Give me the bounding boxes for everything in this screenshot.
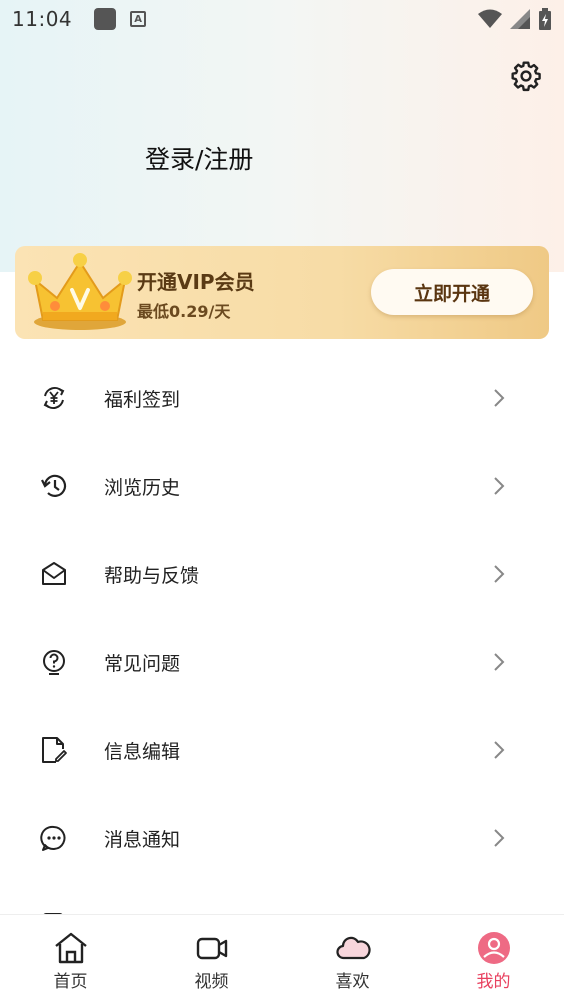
history-icon bbox=[41, 474, 67, 497]
mail-icon bbox=[42, 562, 66, 585]
yen-cycle-icon bbox=[43, 386, 65, 410]
activate-vip-button[interactable]: 立即开通 bbox=[371, 269, 533, 315]
menu-item-edit-info[interactable]: 信息编辑 bbox=[0, 706, 564, 794]
menu-list: 福利签到 浏览历史 帮助与反馈 常见问题 信息编辑 消息通知 bbox=[0, 354, 564, 914]
vip-price: 最低0.29/天 bbox=[137, 302, 231, 321]
menu-item-checkin[interactable]: 福利签到 bbox=[0, 354, 564, 442]
battery-icon bbox=[539, 8, 551, 30]
tab-label: 我的 bbox=[476, 972, 511, 992]
menu-label: 信息编辑 bbox=[104, 741, 181, 763]
chevron-right-icon bbox=[494, 565, 505, 583]
chat-bubble-icon bbox=[40, 825, 66, 851]
question-icon bbox=[43, 650, 65, 675]
home-icon bbox=[54, 932, 87, 964]
wifi-icon bbox=[478, 9, 502, 28]
font-a-icon: A bbox=[130, 11, 147, 27]
login-register-link[interactable]: 登录/注册 bbox=[145, 140, 253, 176]
tab-favorites[interactable]: 喜欢 bbox=[282, 915, 423, 1004]
settings-button[interactable] bbox=[508, 58, 544, 94]
menu-label: 浏览历史 bbox=[104, 477, 181, 499]
edit-file-icon bbox=[42, 737, 67, 763]
chevron-right-icon bbox=[494, 389, 505, 407]
vip-banner[interactable]: 开通VIP会员 最低0.29/天 立即开通 bbox=[15, 246, 549, 339]
header-background bbox=[0, 0, 564, 272]
tab-video[interactable]: 视频 bbox=[141, 915, 282, 1004]
menu-label: 常见问题 bbox=[104, 653, 181, 675]
menu-label: 帮助与反馈 bbox=[104, 565, 200, 587]
chevron-right-icon bbox=[494, 829, 505, 847]
crown-icon bbox=[28, 253, 132, 330]
gear-icon bbox=[511, 61, 541, 92]
chevron-right-icon bbox=[494, 477, 505, 495]
tab-label: 视频 bbox=[194, 972, 229, 992]
signal-icon bbox=[510, 9, 530, 29]
vip-title: 开通VIP会员 bbox=[137, 270, 255, 294]
menu-item-notifications[interactable]: 消息通知 bbox=[0, 794, 564, 882]
chevron-right-icon bbox=[494, 653, 505, 671]
status-right-icons bbox=[478, 8, 552, 30]
status-time: 11:04 bbox=[12, 7, 73, 31]
menu-item-feedback[interactable]: 帮助与反馈 bbox=[0, 530, 564, 618]
tab-home[interactable]: 首页 bbox=[0, 915, 141, 1004]
menu-label: 福利签到 bbox=[104, 389, 181, 411]
menu-item-partial[interactable] bbox=[0, 882, 564, 914]
video-icon bbox=[196, 937, 227, 960]
cloud-icon bbox=[335, 936, 371, 960]
tab-mine[interactable]: 我的 bbox=[423, 915, 564, 1004]
bottom-tab-bar: 首页 视频 喜欢 我的 bbox=[0, 914, 564, 1004]
chevron-right-icon bbox=[494, 741, 505, 759]
tab-label: 喜欢 bbox=[335, 972, 370, 992]
notification-square-icon bbox=[94, 8, 117, 30]
profile-icon bbox=[477, 932, 510, 964]
menu-item-faq[interactable]: 常见问题 bbox=[0, 618, 564, 706]
tab-label: 首页 bbox=[53, 972, 88, 992]
menu-label: 消息通知 bbox=[104, 829, 181, 851]
menu-item-history[interactable]: 浏览历史 bbox=[0, 442, 564, 530]
status-bar: 11:04 A bbox=[0, 0, 564, 38]
